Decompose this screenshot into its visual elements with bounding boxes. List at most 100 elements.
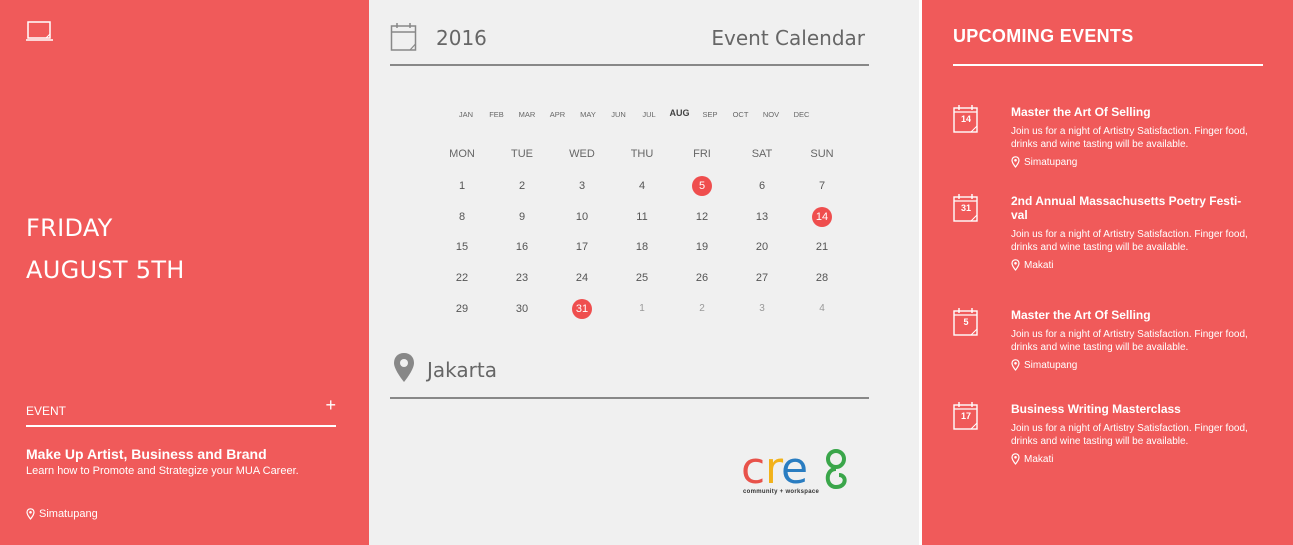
calendar-day[interactable]: 2: [492, 173, 552, 199]
calendar-date-icon: 31: [953, 193, 979, 223]
calendar-day[interactable]: 3: [552, 173, 612, 199]
upcoming-event-description: Join us for a night of Artistry Satisfac…: [1011, 423, 1248, 447]
location-pin-icon: [394, 353, 414, 382]
cre8-logo: c r e community + workspace: [741, 443, 861, 501]
calendar-day[interactable]: 26: [672, 265, 732, 291]
calendar-grid: 1 2 3 4 5 6 7 8 9 10 11 12 13 14 15 16 17 18 19 20 21 22 23 24 2…: [432, 173, 852, 333]
calendar-day[interactable]: 22: [432, 265, 492, 291]
upcoming-event-day: 14: [960, 114, 971, 124]
calendar-panel: 2016 Event Calendar JAN FEB MAR APR MAY JUN JU…: [369, 0, 919, 545]
event-day-marker: 5: [692, 176, 712, 196]
upcoming-event-location: Makati: [1011, 259, 1251, 271]
calendar-day[interactable]: 19: [672, 234, 732, 260]
month-mar[interactable]: MAR: [512, 110, 542, 119]
next-month-day[interactable]: 2: [672, 296, 732, 322]
calendar-day[interactable]: 15: [432, 234, 492, 260]
calendar-day[interactable]: 20: [732, 234, 792, 260]
calendar-day[interactable]: 27: [732, 265, 792, 291]
add-event-button[interactable]: +: [325, 395, 336, 416]
weekday-sat: SAT: [751, 148, 773, 160]
next-month-day[interactable]: 4: [792, 296, 852, 322]
month-aug[interactable]: AUG: [665, 108, 695, 118]
calendar-day[interactable]: 21: [792, 234, 852, 260]
calendar-date-icon: 14: [953, 104, 979, 134]
event-location-label: Simatupang: [39, 508, 98, 520]
upcoming-event-description: Join us for a night of Artistry Satisfac…: [1011, 126, 1248, 150]
month-jan[interactable]: JAN: [451, 110, 481, 119]
upcoming-event-location: Makati: [1011, 453, 1251, 465]
calendar-day[interactable]: 6: [732, 173, 792, 199]
upcoming-event-location-label: Makati: [1024, 453, 1054, 465]
location-pin-icon: [1011, 453, 1020, 465]
calendar-date-icon: 17: [953, 401, 979, 431]
calendar-day[interactable]: 8: [432, 204, 492, 230]
calendar-year[interactable]: 2016: [436, 26, 487, 50]
calendar-day[interactable]: 14: [792, 204, 852, 230]
logo-tagline: community + workspace: [743, 489, 820, 495]
location-pin-icon: [1011, 259, 1020, 271]
month-may[interactable]: MAY: [573, 110, 603, 119]
calendar-day[interactable]: 29: [432, 296, 492, 322]
calendar-day[interactable]: 18: [612, 234, 672, 260]
calendar-day[interactable]: 28: [792, 265, 852, 291]
upcoming-event-location-label: Simatupang: [1024, 359, 1078, 371]
weekday-wed: WED: [569, 148, 595, 160]
next-month-day[interactable]: 3: [732, 296, 792, 322]
month-oct[interactable]: OCT: [726, 110, 756, 119]
calendar-day[interactable]: 10: [552, 204, 612, 230]
calendar-day[interactable]: 4: [612, 173, 672, 199]
upcoming-event-location-label: Simatupang: [1024, 156, 1078, 168]
upcoming-event-location-label: Makati: [1024, 259, 1054, 271]
calendar-day[interactable]: 12: [672, 204, 732, 230]
upcoming-event-title[interactable]: Business Writing Masterclass: [1011, 402, 1251, 416]
event-location: Simatupang: [26, 508, 98, 520]
month-feb[interactable]: FEB: [482, 110, 512, 119]
event-day-marker: 31: [572, 298, 592, 319]
upcoming-event-body: Master the Art Of Selling Join us for a n…: [1011, 308, 1251, 371]
calendar-day[interactable]: 5: [672, 173, 732, 199]
upcoming-event-title[interactable]: Master the Art Of Selling: [1011, 105, 1251, 119]
weekday-tue: TUE: [511, 148, 533, 160]
location-pin-icon: [1011, 359, 1020, 371]
laptop-icon[interactable]: [26, 20, 54, 44]
calendar-day[interactable]: 7: [792, 173, 852, 199]
calendar-title: Event Calendar: [711, 26, 865, 50]
upcoming-event-body: Business Writing Masterclass Join us for …: [1011, 402, 1251, 465]
upcoming-event-day: 17: [960, 411, 971, 421]
month-sep[interactable]: SEP: [695, 110, 725, 119]
month-nov[interactable]: NOV: [756, 110, 786, 119]
month-selector: JAN FEB MAR APR MAY JUN JUL AUG SEP OCT NOV DEC: [451, 108, 821, 124]
calendar-day[interactable]: 23: [492, 265, 552, 291]
calendar-day[interactable]: 13: [732, 204, 792, 230]
event-title[interactable]: Make Up Artist, Business and Brand: [26, 446, 267, 462]
month-dec[interactable]: DEC: [787, 110, 817, 119]
calendar-header: 2016 Event Calendar: [390, 20, 869, 66]
calendar-icon: [390, 23, 417, 51]
calendar-day[interactable]: 1: [432, 173, 492, 199]
month-jul[interactable]: JUL: [634, 110, 664, 119]
calendar-day[interactable]: 9: [492, 204, 552, 230]
logo-mark: c r e: [741, 443, 847, 494]
next-month-day[interactable]: 1: [612, 296, 672, 322]
month-jun[interactable]: JUN: [604, 110, 634, 119]
calendar-day[interactable]: 24: [552, 265, 612, 291]
upcoming-event-day: 31: [960, 203, 971, 213]
calendar-day[interactable]: 17: [552, 234, 612, 260]
month-apr[interactable]: APR: [543, 110, 573, 119]
event-heading: EVENT: [26, 404, 67, 418]
calendar-location[interactable]: Jakarta: [427, 358, 497, 382]
calendar-day[interactable]: 16: [492, 234, 552, 260]
weekday-thu: THU: [630, 148, 654, 160]
location-row: Jakarta: [390, 352, 869, 399]
calendar-day[interactable]: 25: [612, 265, 672, 291]
svg-text:e: e: [781, 445, 808, 491]
svg-text:c: c: [741, 445, 765, 491]
upcoming-event-title[interactable]: Master the Art Of Selling: [1011, 308, 1251, 322]
upcoming-event-title[interactable]: 2nd Annual Massachusetts Poetry Festi-va…: [1011, 194, 1251, 222]
calendar-day[interactable]: 11: [612, 204, 672, 230]
calendar-date-icon: 5: [953, 307, 979, 337]
calendar-day[interactable]: 30: [492, 296, 552, 322]
left-panel: FRIDAY AUGUST 5TH EVENT + Make Up Artist…: [0, 0, 369, 545]
calendar-day[interactable]: 31: [552, 296, 612, 322]
selected-date: FRIDAY AUGUST 5TH: [26, 207, 185, 291]
